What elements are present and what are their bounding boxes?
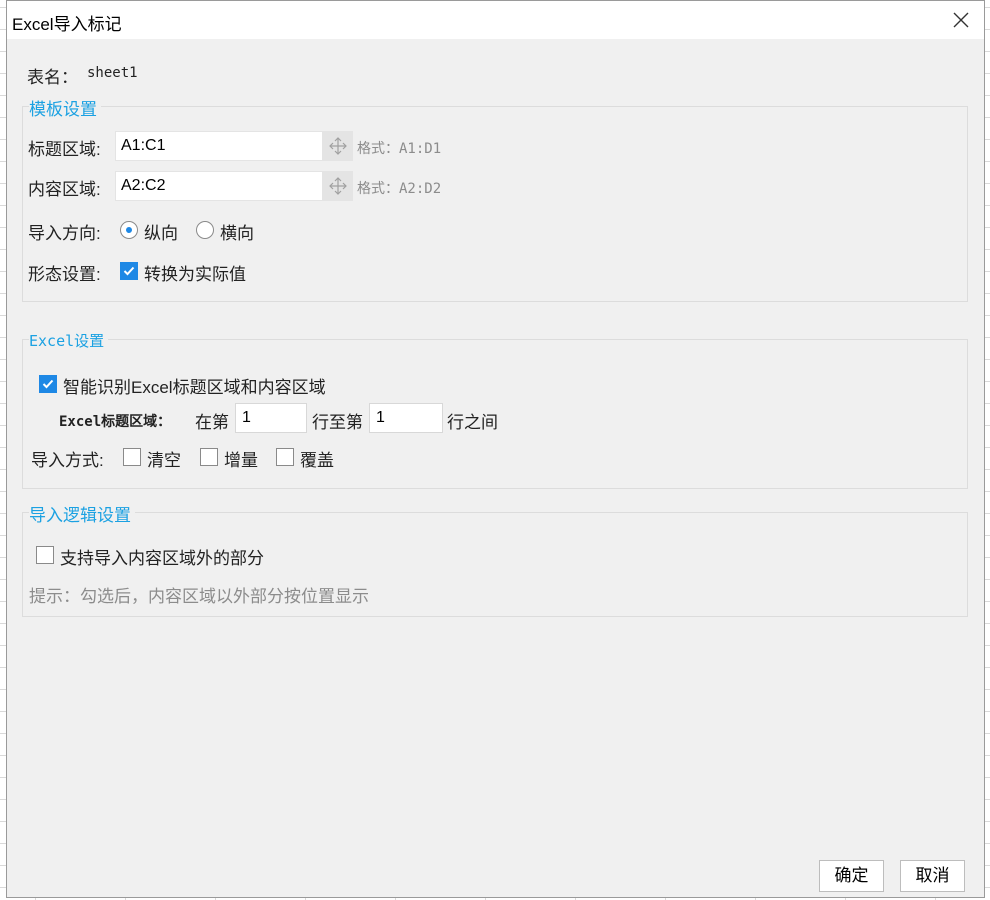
content-area-select-button[interactable] bbox=[323, 171, 353, 201]
close-icon bbox=[953, 12, 969, 28]
content-area-input[interactable] bbox=[115, 171, 323, 201]
direction-vertical-label[interactable]: 纵向 bbox=[144, 219, 178, 244]
ok-button[interactable]: 确定 bbox=[819, 860, 884, 892]
mode-increment-label[interactable]: 增量 bbox=[224, 446, 258, 471]
title-area-input[interactable] bbox=[115, 131, 323, 161]
sheet-name-label: 表名： bbox=[27, 68, 78, 87]
content-area-hint: 格式：A2:D2 bbox=[357, 181, 442, 197]
direction-vertical-radio[interactable] bbox=[120, 221, 138, 239]
title-row-to-input[interactable] bbox=[369, 403, 443, 433]
form-settings-label: 形态设置: bbox=[28, 265, 101, 284]
import-logic-tip: 提示：勾选后，内容区域以外部分按位置显示 bbox=[29, 587, 369, 606]
smart-detect-checkbox[interactable] bbox=[39, 375, 57, 393]
excel-title-range-suffix: 行之间 bbox=[447, 413, 498, 432]
mode-clear-label[interactable]: 清空 bbox=[147, 446, 181, 471]
sheet-name-value: sheet1 bbox=[87, 65, 138, 81]
excel-import-dialog: Excel导入标记 表名： sheet1 模板设置 标题区域: 格式：A1:D1… bbox=[6, 0, 985, 898]
move-arrows-icon bbox=[329, 137, 347, 155]
title-area-hint: 格式：A1:D1 bbox=[357, 141, 442, 157]
direction-horizontal-label[interactable]: 横向 bbox=[220, 219, 254, 244]
mode-overwrite-checkbox[interactable] bbox=[276, 448, 294, 466]
excel-title-range-label: Excel标题区域： bbox=[59, 414, 172, 430]
convert-to-actual-label[interactable]: 转换为实际值 bbox=[144, 260, 246, 285]
checkmark-icon bbox=[123, 266, 135, 276]
mode-overwrite-label[interactable]: 覆盖 bbox=[300, 446, 334, 471]
mode-clear-checkbox[interactable] bbox=[123, 448, 141, 466]
excel-settings-legend: Excel设置 bbox=[29, 330, 109, 351]
content-area-label: 内容区域: bbox=[28, 180, 101, 199]
title-row-from-input[interactable] bbox=[235, 403, 307, 433]
convert-to-actual-checkbox[interactable] bbox=[120, 262, 138, 280]
title-bar: Excel导入标记 bbox=[7, 1, 984, 39]
excel-title-range-prefix: 在第 bbox=[195, 413, 229, 432]
direction-label: 导入方向: bbox=[28, 224, 101, 243]
title-area-select-button[interactable] bbox=[323, 131, 353, 161]
support-outside-label[interactable]: 支持导入内容区域外的部分 bbox=[60, 544, 264, 569]
excel-title-range-middle: 行至第 bbox=[312, 413, 363, 432]
support-outside-checkbox[interactable] bbox=[36, 546, 54, 564]
title-area-label: 标题区域: bbox=[28, 140, 101, 159]
checkmark-icon bbox=[42, 379, 54, 389]
dialog-content: 表名： sheet1 模板设置 标题区域: 格式：A1:D1 内容区域: 格式：… bbox=[7, 39, 984, 897]
mode-increment-checkbox[interactable] bbox=[200, 448, 218, 466]
cancel-button[interactable]: 取消 bbox=[900, 860, 965, 892]
close-button[interactable] bbox=[938, 1, 984, 39]
direction-horizontal-radio[interactable] bbox=[196, 221, 214, 239]
dialog-title: Excel导入标记 bbox=[12, 15, 122, 34]
import-logic-legend: 导入逻辑设置 bbox=[29, 501, 135, 526]
import-mode-label: 导入方式: bbox=[31, 451, 104, 470]
template-settings-legend: 模板设置 bbox=[29, 95, 101, 120]
move-arrows-icon bbox=[329, 177, 347, 195]
smart-detect-label[interactable]: 智能识别Excel标题区域和内容区域 bbox=[63, 373, 326, 398]
